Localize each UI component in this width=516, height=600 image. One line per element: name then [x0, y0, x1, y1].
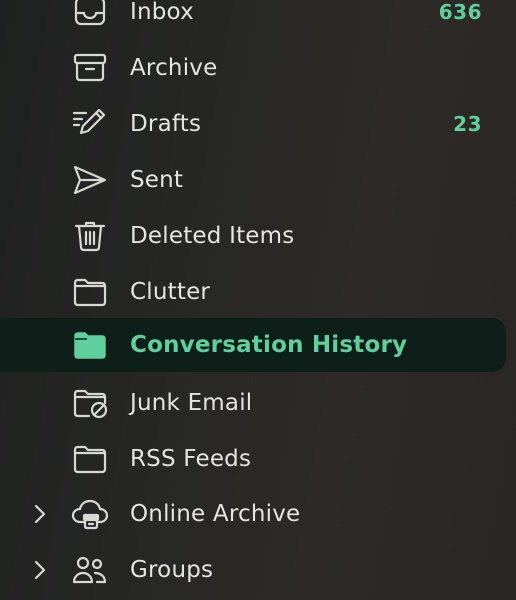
- folder-label: Clutter: [130, 279, 211, 305]
- unread-count: 636: [438, 0, 482, 24]
- folder-icon: [70, 276, 110, 308]
- archive-icon: [70, 52, 110, 84]
- folder-label: Conversation History: [130, 332, 408, 358]
- groups-icon: [70, 554, 110, 586]
- folder-item-drafts[interactable]: Drafts 23: [0, 96, 516, 152]
- sent-paper-plane-icon: [70, 164, 110, 196]
- folder-item-online-archive[interactable]: Online Archive: [0, 486, 516, 542]
- drafts-pencil-icon: [70, 108, 110, 140]
- folder-item-sent[interactable]: Sent: [0, 152, 516, 208]
- folder-item-archive[interactable]: Archive: [0, 40, 516, 96]
- folder-item-groups[interactable]: Groups: [0, 542, 516, 598]
- trash-icon: [70, 220, 110, 252]
- chevron-right-icon[interactable]: [30, 502, 50, 526]
- chevron-right-icon[interactable]: [30, 558, 50, 582]
- folder-item-rss-feeds[interactable]: RSS Feeds: [0, 431, 516, 487]
- unread-count: 23: [453, 112, 482, 136]
- folder-label: Inbox: [130, 0, 194, 25]
- inbox-icon: [70, 0, 110, 28]
- folder-label: Online Archive: [130, 501, 301, 527]
- folder-item-inbox[interactable]: Inbox 636: [0, 0, 516, 40]
- folder-label: Archive: [130, 55, 218, 81]
- folder-icon: [70, 443, 110, 475]
- folder-label: Junk Email: [130, 390, 253, 416]
- folder-label: Deleted Items: [130, 223, 295, 249]
- cloud-archive-icon: [70, 498, 110, 530]
- junk-folder-icon: [70, 387, 110, 419]
- folder-item-conversation-history[interactable]: Conversation History: [0, 317, 516, 373]
- folder-sidebar: Inbox 636 Archive Drafts 23 Sent Deleted…: [0, 0, 516, 600]
- folder-label: Sent: [130, 167, 184, 193]
- folder-label: Groups: [130, 557, 214, 583]
- folder-filled-icon: [70, 329, 110, 361]
- folder-label: RSS Feeds: [130, 446, 252, 472]
- folder-item-junk-email[interactable]: Junk Email: [0, 375, 516, 431]
- folder-item-deleted-items[interactable]: Deleted Items: [0, 208, 516, 264]
- folder-item-clutter[interactable]: Clutter: [0, 264, 516, 320]
- folder-label: Drafts: [130, 111, 202, 137]
